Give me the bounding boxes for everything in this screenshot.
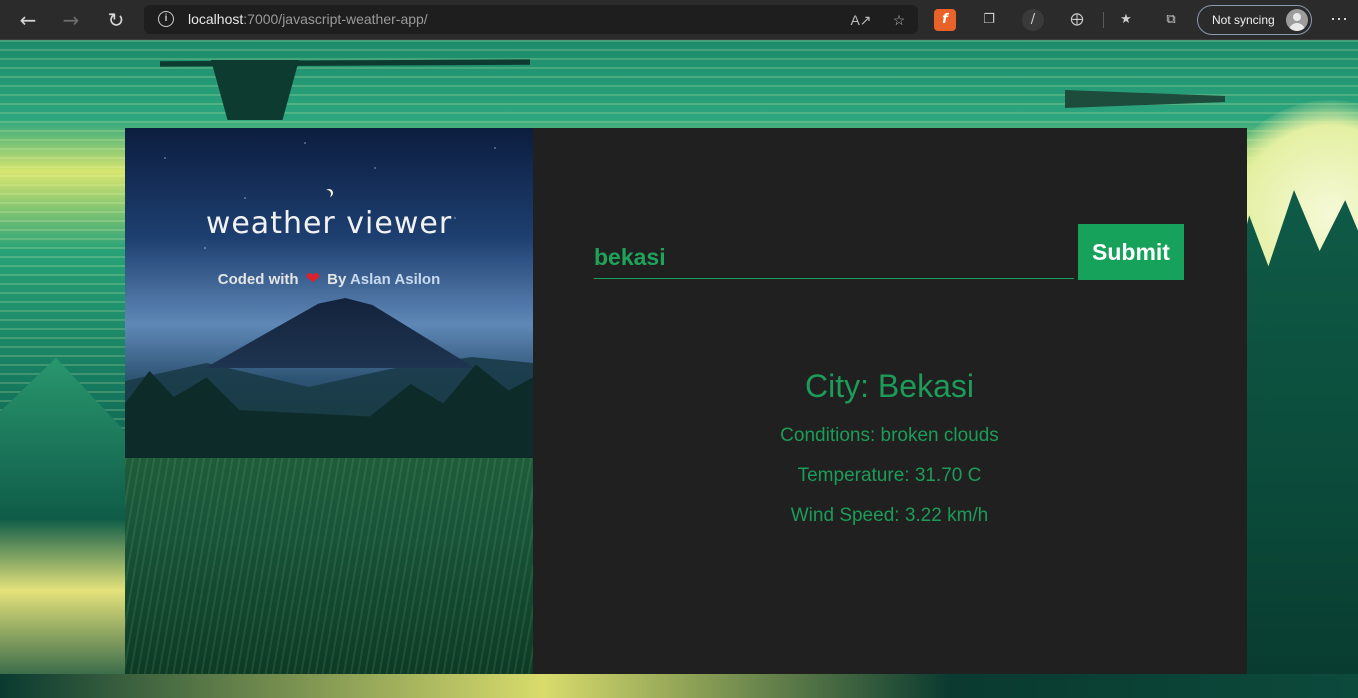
credit-line: Coded with ❤ By Aslan Asilon (125, 269, 533, 289)
url-text[interactable]: localhost:7000/javascript-weather-app/ (188, 11, 428, 27)
sync-label: Not syncing (1212, 13, 1275, 27)
site-info-icon[interactable]: i (158, 11, 174, 27)
author-link[interactable]: Aslan Asilon (350, 271, 440, 288)
more-options-icon[interactable]: ⋯ (1326, 6, 1352, 34)
back-arrow-icon[interactable]: ← (14, 6, 42, 34)
avatar (1286, 9, 1308, 31)
hero-volcano (205, 298, 475, 368)
favorites-icon[interactable]: ★ (1115, 9, 1137, 31)
heart-icon: ❤ (305, 269, 320, 289)
credit-by: By (327, 271, 347, 288)
forward-arrow-icon[interactable]: → (57, 6, 85, 34)
extension-copy-icon[interactable]: ❐ (978, 9, 1000, 31)
collections-icon[interactable]: ⧉ (1160, 9, 1182, 31)
extensions-puzzle-icon[interactable]: ⨁ (1066, 9, 1088, 31)
weather-results: City: Bekasi Conditions: broken clouds T… (658, 128, 1121, 674)
result-city: City: Bekasi (805, 368, 974, 404)
background-starfighter (1065, 90, 1225, 108)
app-title: weather viewer (205, 206, 453, 241)
background-bottom-strip (0, 674, 1358, 698)
result-wind-speed: Wind Speed: 3.22 km/h (790, 505, 989, 526)
read-aloud-icon[interactable]: A↗ (850, 9, 872, 31)
background-forest-right (1230, 190, 1358, 698)
address-bar[interactable]: i localhost:7000/javascript-weather-app/… (144, 5, 918, 34)
extension-script-icon[interactable]: / (1022, 9, 1044, 31)
profile-sync-button[interactable]: Not syncing (1197, 5, 1312, 35)
add-favorite-icon[interactable]: ☆ (888, 9, 910, 31)
weather-app-card: weather viewer Coded with ❤ By Aslan Asi… (125, 128, 1247, 674)
credit-prefix: Coded with (217, 271, 299, 288)
hero-image-panel: weather viewer Coded with ❤ By Aslan Asi… (125, 128, 533, 674)
toolbar-divider (1103, 12, 1104, 28)
browser-toolbar: ← → ↻ i localhost:7000/javascript-weathe… (0, 0, 1358, 40)
result-conditions: Conditions: broken clouds (780, 425, 999, 446)
url-host: localhost (188, 11, 244, 27)
hero-grass (125, 458, 533, 674)
result-temperature: Temperature: 31.70 C (797, 465, 982, 486)
url-path: :7000/javascript-weather-app/ (243, 11, 428, 27)
background-starship-body (211, 60, 299, 120)
refresh-icon[interactable]: ↻ (102, 6, 130, 34)
moon-icon (323, 190, 331, 198)
background-waves-left (0, 357, 140, 698)
extension-flash-icon[interactable]: f (934, 9, 956, 31)
